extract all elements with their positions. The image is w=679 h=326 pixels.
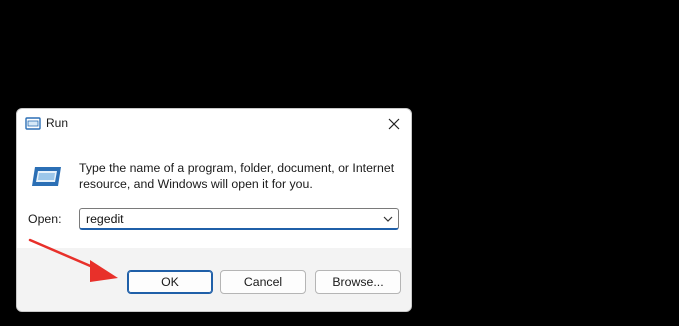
close-button[interactable] <box>377 109 411 139</box>
title-bar[interactable]: Run <box>17 109 411 139</box>
browse-button[interactable]: Browse... <box>315 270 401 294</box>
run-icon <box>25 117 41 130</box>
open-label: Open: <box>28 212 62 226</box>
chevron-down-icon[interactable] <box>383 215 393 223</box>
open-input[interactable]: regedit <box>86 212 124 226</box>
open-combobox[interactable]: regedit <box>79 208 399 230</box>
annotation-arrow-icon <box>28 238 118 282</box>
ok-button[interactable]: OK <box>127 270 213 294</box>
window-title: Run <box>46 116 69 130</box>
close-icon <box>388 118 400 130</box>
cancel-button[interactable]: Cancel <box>220 270 306 294</box>
description-text: Type the name of a program, folder, docu… <box>79 161 395 191</box>
run-program-icon <box>32 167 61 186</box>
